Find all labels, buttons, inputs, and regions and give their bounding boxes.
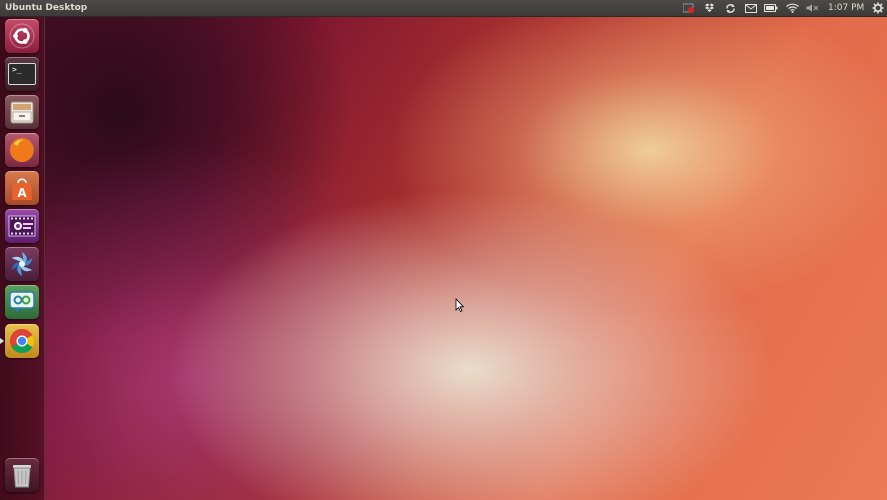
gear-icon[interactable] [871, 0, 885, 16]
dropbox-icon[interactable] [703, 0, 715, 16]
chat-icon [9, 291, 35, 313]
desktop-wallpaper[interactable] [0, 0, 887, 500]
shopping-bag-icon: A [12, 178, 32, 200]
volume-muted-icon[interactable] [805, 0, 819, 16]
mouse-cursor-icon [455, 297, 465, 316]
launcher-dash-home[interactable] [5, 19, 39, 53]
top-panel: Ubuntu Desktop 1:07 PM [0, 0, 887, 17]
launcher-trash[interactable] [5, 458, 39, 492]
chrome-icon [9, 329, 35, 354]
launcher-files[interactable] [5, 95, 39, 129]
clock[interactable]: 1:07 PM [828, 0, 864, 16]
launcher-firefox[interactable] [5, 133, 39, 167]
trash-icon [13, 465, 31, 488]
indicator-red-icon[interactable] [682, 0, 694, 16]
svg-text:A: A [17, 186, 27, 200]
aperture-icon [11, 252, 33, 276]
launcher: >_ A [0, 17, 45, 500]
launcher-active-arrow [0, 338, 4, 344]
window-title: Ubuntu Desktop [5, 3, 88, 13]
launcher-terminal[interactable]: >_ [5, 57, 39, 91]
sync-icon[interactable] [724, 0, 736, 16]
film-icon [8, 215, 36, 237]
launcher-qq-app[interactable] [5, 285, 39, 319]
battery-icon[interactable] [764, 0, 778, 16]
launcher-shutter[interactable] [5, 247, 39, 281]
wifi-icon[interactable] [785, 0, 799, 16]
launcher-video-player[interactable] [5, 209, 39, 243]
launcher-chrome[interactable] [5, 324, 39, 358]
file-cabinet-icon [10, 101, 34, 124]
firefox-icon [9, 138, 34, 162]
launcher-software-center[interactable]: A [5, 171, 39, 205]
ubuntu-logo-icon [9, 23, 35, 49]
terminal-icon: >_ [8, 63, 36, 85]
mail-icon[interactable] [744, 0, 757, 16]
